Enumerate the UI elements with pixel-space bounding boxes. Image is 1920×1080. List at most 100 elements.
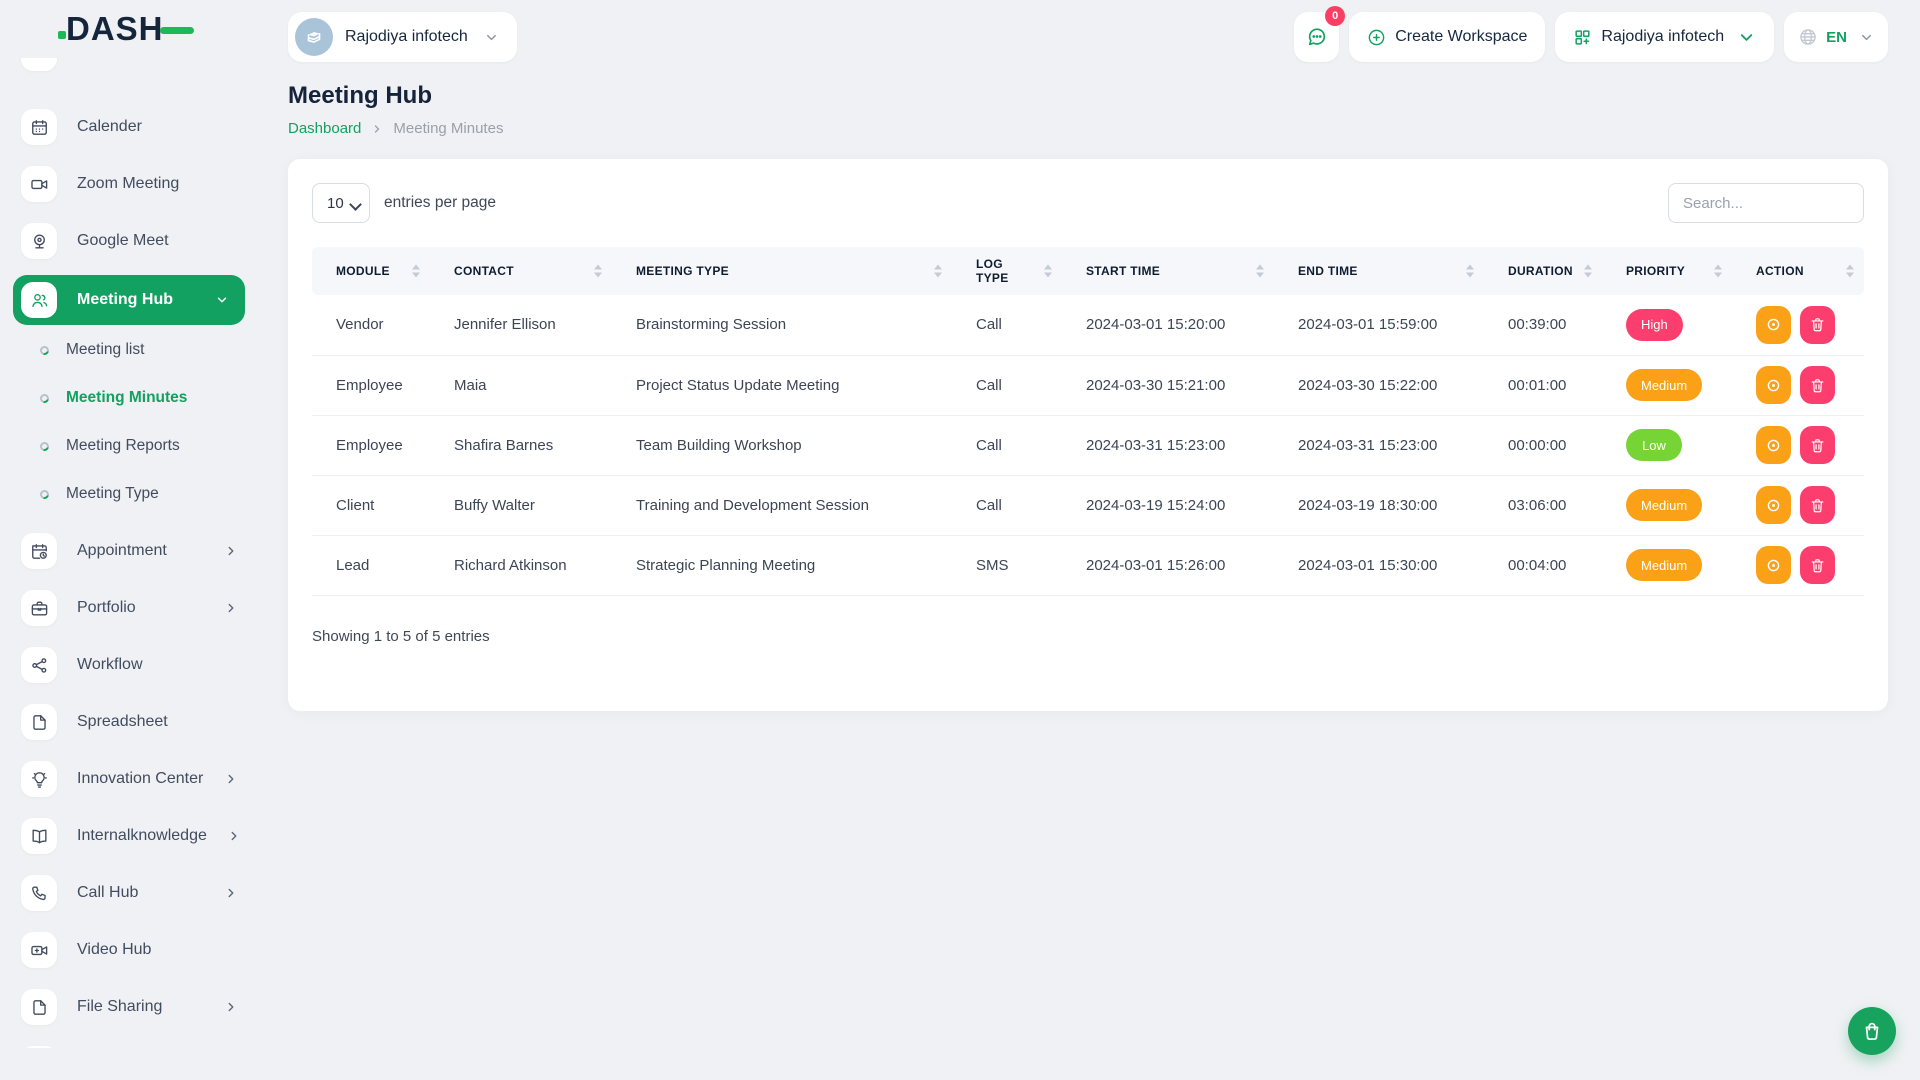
column-header-module[interactable]: MODULE [312,247,430,295]
file-icon [21,704,57,740]
sort-icon [1846,265,1854,278]
sidebar-item-video-hub[interactable]: Video Hub [0,927,256,973]
priority-badge: Medium [1626,549,1702,581]
table-row: VendorJennifer EllisonBrainstorming Sess… [312,295,1864,355]
webcam-icon [21,223,57,259]
sidebar-item-workflow[interactable]: Workflow [0,642,256,688]
sidebar-subitem-meeting-list[interactable]: Meeting list [0,336,256,364]
eye-icon [1765,377,1782,394]
workspace-dropdown-label: Rajodiya infotech [1601,28,1724,46]
entries-per-page-label: entries per page [384,194,496,212]
sidebar-subitem-meeting-reports[interactable]: Meeting Reports [0,432,256,460]
cell-log-type: Call [952,475,1062,535]
workspace-switcher[interactable]: Rajodiya infotech [288,12,517,62]
sort-icon [1044,265,1052,278]
cell-contact: Jennifer Ellison [430,295,612,355]
sidebar-item-portfolio[interactable]: Portfolio [0,585,256,631]
sidebar-item-internalknowledge[interactable]: Internalknowledge [0,813,256,859]
chevron-right-icon [224,544,238,558]
brand-logo[interactable]: DASH [0,0,256,58]
create-workspace-label: Create Workspace [1395,28,1527,46]
column-label: DURATION [1508,264,1573,278]
main-content: Rajodiya infotech 0 Create Workspace [256,0,1920,1080]
grid-plus-icon [1573,28,1592,47]
sidebar-item-innovation-center[interactable]: Innovation Center [0,756,256,802]
column-header-contact[interactable]: CONTACT [430,247,612,295]
sidebar-item-label: Google Meet [77,232,238,250]
cell-meeting-type: Team Building Workshop [612,415,952,475]
sidebar-item-google-meet[interactable]: Google Meet [0,218,256,264]
sidebar-item-meeting-hub[interactable]: Meeting Hub [13,275,245,325]
chevron-right-icon [224,772,238,786]
sidebar-item-partial[interactable] [0,58,256,76]
language-selector[interactable]: EN [1784,12,1888,62]
view-button[interactable] [1756,486,1791,524]
sidebar-subitem-meeting-type[interactable]: Meeting Type [0,480,256,508]
messages-button[interactable]: 0 [1294,12,1339,62]
sidebar-item-appointment[interactable]: Appointment [0,528,256,574]
cell-actions [1732,355,1864,415]
chevron-down-icon [215,293,229,307]
topbar-actions: 0 Create Workspace Rajodiya infotech [1294,12,1888,62]
floating-store-button[interactable] [1848,1007,1896,1055]
column-header-meeting-type[interactable]: MEETING TYPE [612,247,952,295]
table-row: EmployeeShafira BarnesTeam Building Work… [312,415,1864,475]
sidebar-item-call-hub[interactable]: Call Hub [0,870,256,916]
sidebar-item-feedback[interactable]: Feedback [0,1041,256,1048]
bullet-icon [38,344,50,356]
cell-module: Employee [312,355,430,415]
delete-button[interactable] [1800,426,1835,464]
cell-meeting-type: Training and Development Session [612,475,952,535]
cell-end-time: 2024-03-01 15:30:00 [1274,535,1484,595]
cell-log-type: SMS [952,535,1062,595]
cell-priority: Medium [1602,355,1732,415]
view-button[interactable] [1756,366,1791,404]
cell-actions [1732,295,1864,355]
table-row: ClientBuffy WalterTraining and Developme… [312,475,1864,535]
search-input[interactable] [1668,183,1864,223]
chevron-right-icon [371,123,383,135]
view-button[interactable] [1756,306,1791,344]
column-header-duration[interactable]: DURATION [1484,247,1602,295]
trash-icon [1809,316,1826,333]
delete-button[interactable] [1800,306,1835,344]
table-controls: 10 entries per page [312,183,1864,223]
share-nodes-icon [21,647,57,683]
hidden-partial [21,58,57,71]
sort-icon [1714,265,1722,278]
view-button[interactable] [1756,426,1791,464]
view-button[interactable] [1756,546,1791,584]
breadcrumb-dashboard-link[interactable]: Dashboard [288,120,361,137]
bullet-icon [38,440,50,452]
sidebar-item-zoom-meeting[interactable]: Zoom Meeting [0,161,256,207]
create-workspace-button[interactable]: Create Workspace [1349,12,1545,62]
column-header-priority[interactable]: PRIORITY [1602,247,1732,295]
sidebar-item-calender[interactable]: Calender [0,104,256,150]
users-icon [21,282,57,318]
column-label: END TIME [1298,264,1358,278]
workspace-dropdown[interactable]: Rajodiya infotech [1555,12,1774,62]
sidebar-subitem-meeting-minutes[interactable]: Meeting Minutes [0,384,256,412]
meeting-minutes-card: 10 entries per page MODULECONTACTMEETING… [288,159,1888,711]
chevron-down-icon [1737,28,1756,47]
delete-button[interactable] [1800,486,1835,524]
eye-icon [1765,497,1782,514]
sidebar-item-spreadsheet[interactable]: Spreadsheet [0,699,256,745]
sidebar-item-label: Calender [77,118,238,136]
column-header-action[interactable]: ACTION [1732,247,1864,295]
column-header-start-time[interactable]: START TIME [1062,247,1274,295]
delete-button[interactable] [1800,366,1835,404]
eye-icon [1765,557,1782,574]
trash-icon [1809,497,1826,514]
column-header-log-type[interactable]: LOG TYPE [952,247,1062,295]
entries-per-page-select[interactable]: 10 [312,183,370,223]
delete-button[interactable] [1800,546,1835,584]
column-header-end-time[interactable]: END TIME [1274,247,1484,295]
book-open-icon [21,818,57,854]
sidebar-item-label: File Sharing [77,998,204,1016]
breadcrumb: Dashboard Meeting Minutes [288,120,1888,137]
file-icon [21,989,57,1025]
sidebar-item-file-sharing[interactable]: File Sharing [0,984,256,1030]
calendar-icon [21,109,57,145]
cell-end-time: 2024-03-19 18:30:00 [1274,475,1484,535]
